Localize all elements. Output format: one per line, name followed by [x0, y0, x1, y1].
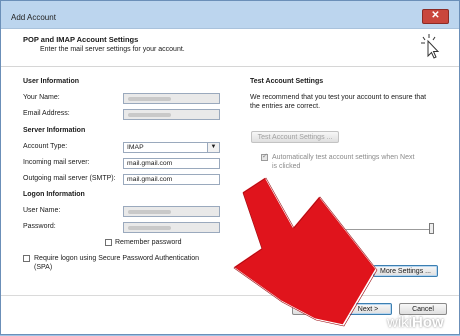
- cursor-sparkle-icon: [421, 34, 440, 59]
- back-button[interactable]: < Back: [292, 303, 340, 315]
- user-name-label: User Name:: [23, 207, 61, 214]
- logon-info-heading: Logon Information: [23, 191, 85, 198]
- remember-password-label: Remember password: [115, 239, 182, 246]
- add-account-dialog: Add Account ✕ POP and IMAP Account Setti…: [0, 0, 460, 335]
- outgoing-server-label: Outgoing mail server (SMTP):: [23, 175, 116, 182]
- page-title: POP and IMAP Account Settings: [23, 35, 139, 44]
- account-type-label: Account Type:: [23, 143, 68, 150]
- title-bar: Add Account ✕: [1, 1, 459, 29]
- slider-thumb[interactable]: [429, 223, 434, 234]
- auto-test-label-2: is clicked: [272, 163, 301, 170]
- slider-track[interactable]: [259, 229, 434, 230]
- wikihow-logo: wikiHow: [387, 314, 444, 331]
- window-title: Add Account: [11, 13, 56, 22]
- page-subtitle: Enter the mail server settings for your …: [40, 46, 185, 53]
- your-name-field[interactable]: [123, 93, 220, 104]
- next-button[interactable]: Next >: [344, 303, 392, 315]
- close-icon[interactable]: ✕: [422, 9, 449, 24]
- spa-label-suffix: (SPA): [34, 264, 53, 271]
- test-settings-desc: We recommend that you test your account …: [250, 94, 427, 101]
- outgoing-server-field[interactable]: mail.gmail.com: [123, 174, 220, 185]
- email-field[interactable]: [123, 109, 220, 120]
- wikihow-wiki: wiki: [387, 314, 412, 331]
- email-label: Email Address:: [23, 110, 70, 117]
- your-name-label: Your Name:: [23, 94, 60, 101]
- test-settings-heading: Test Account Settings: [250, 78, 324, 85]
- password-field[interactable]: [123, 222, 220, 233]
- server-info-heading: Server Information: [23, 127, 86, 134]
- password-label: Password:: [23, 223, 56, 230]
- account-type-value: IMAP: [127, 144, 144, 151]
- user-name-field[interactable]: [123, 206, 220, 217]
- test-account-settings-button[interactable]: Test Account Settings ...: [251, 131, 339, 143]
- chevron-down-icon[interactable]: ▼: [207, 143, 219, 152]
- incoming-server-label: Incoming mail server:: [23, 159, 90, 166]
- user-info-heading: User Information: [23, 78, 80, 85]
- auto-test-checkbox[interactable]: [261, 152, 268, 161]
- more-settings-button[interactable]: More Settings ...: [373, 265, 438, 277]
- account-type-select[interactable]: IMAP ▼: [123, 142, 220, 153]
- incoming-server-field[interactable]: mail.gmail.com: [123, 158, 220, 169]
- spa-checkbox[interactable]: [23, 255, 30, 262]
- spa-label: Require logon using Secure Password Auth…: [34, 255, 199, 262]
- auto-test-label: Automatically test account settings when…: [272, 154, 415, 161]
- test-settings-desc-2: the entries are correct.: [250, 103, 321, 110]
- wikihow-how: How: [412, 314, 444, 331]
- all-label: All: [322, 213, 330, 220]
- remember-password-checkbox[interactable]: [105, 239, 112, 246]
- divider: [1, 295, 459, 296]
